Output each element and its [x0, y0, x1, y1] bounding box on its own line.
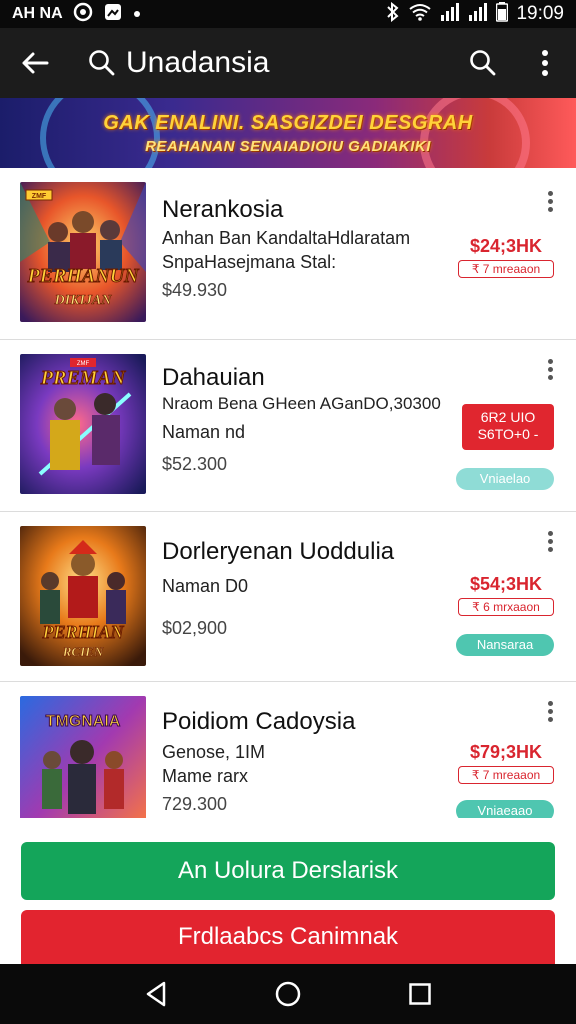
app-bar: Unadansia: [0, 28, 576, 98]
more-vertical-icon: [542, 50, 548, 76]
banner-subline: REAHANAN SENAIADIOIU GADIAKIKI: [145, 138, 431, 155]
search-field[interactable]: Unadansia: [88, 46, 269, 80]
item-title: Dorleryenan Uoddulia: [162, 538, 395, 565]
search-icon: [470, 50, 496, 76]
back-button[interactable]: [0, 28, 70, 98]
thumb-subtitle: RCIEN: [62, 644, 104, 659]
thumb-title: PERHANUN: [26, 265, 140, 287]
thumb-badge: ZMF: [77, 361, 90, 367]
action-area: An Uolura Derslarisk Frdlaabcs Canimnak: [0, 818, 576, 964]
thumb-title: PERHIAN: [41, 622, 124, 642]
signal-icon-2: [468, 2, 488, 26]
clock: 19:09: [516, 3, 564, 24]
side-price-tag: ₹ 7 mreaaon: [458, 260, 554, 278]
circle-home-icon: [275, 981, 301, 1007]
product-thumbnail: ZMF PERHANUN DIKIJAN: [20, 182, 146, 322]
thumb-subtitle: DIKIJAN: [54, 293, 113, 308]
product-list: ZMF PERHANUN DIKIJAN Nerankosia Anhan Ba…: [0, 168, 576, 818]
battery-icon: [496, 1, 509, 27]
list-item[interactable]: PREMAN ZMF Dahauian Nraom Bena GHeen AGa…: [0, 340, 576, 512]
wifi-icon: [408, 3, 432, 26]
image-icon: [103, 2, 123, 27]
status-pill[interactable]: Vniaeaao: [456, 800, 554, 818]
status-pill[interactable]: Vniaelao: [456, 468, 554, 490]
side-price-box: $54;3HK ₹ 6 mrxaaon: [458, 574, 554, 616]
thumb-title: TMGNAIA: [46, 713, 121, 730]
arrow-left-icon: [22, 52, 49, 74]
thumb-badge: ZMF: [32, 193, 47, 200]
item-price: $52.300: [162, 454, 228, 474]
item-more-button[interactable]: [540, 186, 560, 216]
item-price: $02,900: [162, 618, 228, 638]
status-bar: AH NA 19:09: [0, 0, 576, 28]
signal-icon: [440, 2, 460, 26]
item-price: $49.930: [162, 280, 228, 300]
side-button-line1: 6R2 UIO: [480, 409, 536, 425]
nav-home-button[interactable]: [258, 964, 318, 1024]
square-recents-icon: [409, 983, 431, 1005]
side-price-tag: ₹ 6 mrxaaon: [458, 598, 554, 616]
secondary-action-button[interactable]: Frdlaabcs Canimnak: [21, 910, 555, 964]
search-button[interactable]: [452, 28, 514, 98]
banner-headline: GAK ENALINI. SASGIZDEI DESGRAH: [103, 112, 473, 134]
item-description: Nraom Bena GHeen AGanDO,30300: [162, 394, 441, 413]
overflow-menu-button[interactable]: [514, 28, 576, 98]
dot-icon: [133, 5, 141, 23]
item-description: Anhan Ban KandaltaHdlaratam: [162, 228, 411, 248]
side-price: $24;3HK: [469, 236, 543, 256]
item-description: Genose, 1IM: [162, 742, 266, 762]
item-description: Naman D0: [162, 576, 249, 596]
promo-banner[interactable]: GAK ENALINI. SASGIZDEI DESGRAH REAHANAN …: [0, 98, 576, 168]
side-price-box: $24;3HK ₹ 7 mreaaon: [458, 236, 554, 278]
carrier-label: AH NA: [12, 5, 63, 22]
item-more-button[interactable]: [540, 354, 560, 384]
side-price-tag: ₹ 7 mreaaon: [458, 766, 554, 784]
side-button-line2: S6TO+0 -: [477, 426, 539, 442]
nav-back-button[interactable]: [126, 964, 186, 1024]
list-item[interactable]: PERHIAN RCIEN Dorleryenan Uoddulia Naman…: [0, 512, 576, 682]
nav-recents-button[interactable]: [390, 964, 450, 1024]
item-subdescription: SnpaHasejmana Stal:: [162, 252, 337, 272]
side-price: $79;3HK: [469, 742, 543, 762]
product-thumbnail: PERHIAN RCIEN: [20, 526, 146, 666]
bluetooth-icon: [386, 1, 400, 27]
item-more-button[interactable]: [540, 696, 560, 726]
item-title: Poidiom Cadoysia: [162, 708, 356, 735]
item-title: Dahauian: [162, 364, 265, 391]
product-thumbnail: TMGNAIA: [20, 696, 146, 818]
list-item[interactable]: ZMF PERHANUN DIKIJAN Nerankosia Anhan Ba…: [0, 168, 576, 340]
list-item[interactable]: TMGNAIA Poidiom Cadoysia Genose, 1IM Mam…: [0, 682, 576, 818]
item-subdescription: Naman nd: [162, 422, 246, 442]
status-pill[interactable]: Nansaraa: [456, 634, 554, 656]
item-subdescription: Mame rarx: [162, 766, 249, 786]
triangle-back-icon: [146, 981, 166, 1007]
record-icon: [73, 2, 93, 27]
side-price-button[interactable]: 6R2 UIO S6TO+0 -: [462, 404, 554, 450]
thumb-title: PREMAN: [40, 367, 127, 389]
product-thumbnail: PREMAN ZMF: [20, 354, 146, 494]
primary-action-button[interactable]: An Uolura Derslarisk: [21, 842, 555, 900]
side-price-box: $79;3HK ₹ 7 mreaaon: [458, 742, 554, 784]
item-price: 729.300: [162, 794, 228, 814]
search-icon: [89, 50, 115, 76]
side-price: $54;3HK: [469, 574, 543, 594]
item-more-button[interactable]: [540, 526, 560, 556]
item-title: Nerankosia: [162, 196, 284, 223]
page-title: Unadansia: [126, 46, 270, 79]
system-nav-bar: [0, 964, 576, 1024]
